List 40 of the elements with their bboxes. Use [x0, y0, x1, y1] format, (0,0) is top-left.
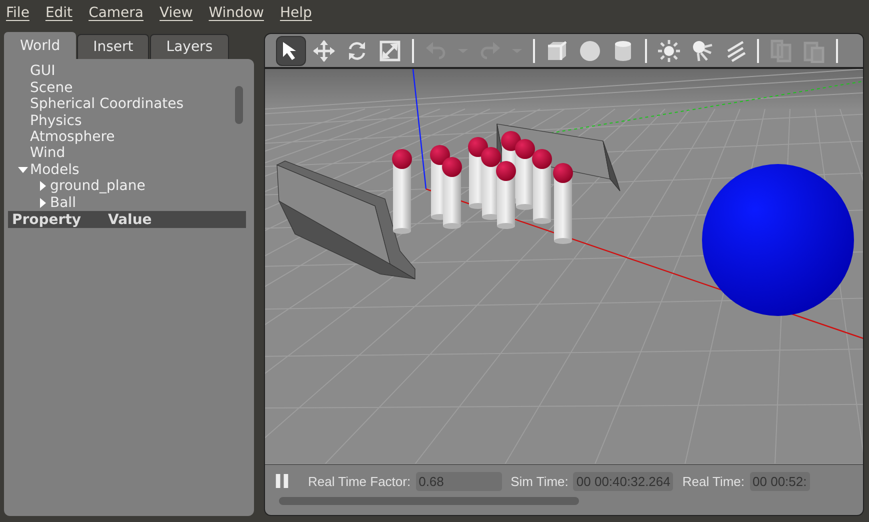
tab[interactable]: Insert — [77, 34, 150, 59]
tree-item[interactable]: Scene — [30, 80, 73, 96]
menu-item[interactable]: View — [156, 5, 197, 21]
horizontal-scrollbar-thumb[interactable] — [279, 497, 579, 505]
arrow-pointer-tool-button[interactable] — [276, 36, 306, 66]
tree-item[interactable]: Wind — [30, 145, 66, 162]
scale-arrows-icon — [378, 38, 402, 62]
sphere-icon — [578, 38, 602, 62]
tree-item[interactable]: Physics — [30, 112, 82, 129]
status-label: Real Time Factor: — [308, 474, 411, 488]
status-label: Sim Time: — [510, 474, 568, 488]
copy-documents-icon — [769, 38, 793, 62]
tab[interactable]: World — [4, 32, 76, 59]
collapsed-triangle-icon[interactable] — [38, 181, 48, 192]
expanded-triangle-icon[interactable] — [18, 164, 28, 175]
menu-item[interactable]: File — [2, 5, 34, 21]
status-value-field: 0.68 — [416, 472, 502, 490]
menu-item[interactable]: Camera — [84, 5, 148, 21]
status-value-field: 00 00:52: — [750, 472, 810, 490]
scrollbar-thumb[interactable] — [235, 86, 243, 124]
move-arrows-icon — [312, 38, 336, 62]
menu-item[interactable]: Window — [204, 5, 268, 21]
column-header: Property — [12, 212, 82, 228]
collapsed-triangle-icon[interactable] — [38, 198, 48, 208]
tree-item[interactable]: Models — [30, 162, 80, 178]
tree-item[interactable]: GUI — [30, 63, 56, 80]
spotlight-icon — [690, 38, 714, 62]
status-label: Real Time: — [682, 474, 745, 488]
column-header: Value — [108, 212, 153, 228]
menu-item[interactable]: Edit — [41, 5, 77, 21]
tree-item[interactable]: Atmosphere — [30, 128, 115, 145]
menu-item[interactable]: Help — [276, 5, 316, 21]
tree-item[interactable]: ground_plane — [50, 178, 146, 194]
status-value-field: 00 00:40:32.264 — [573, 472, 674, 490]
pause-icon[interactable] — [275, 472, 289, 490]
tab[interactable]: Layers — [150, 34, 229, 59]
tree-item[interactable]: Ball — [50, 194, 76, 211]
box-icon — [545, 38, 569, 62]
tree-item[interactable]: Spherical Coordinates — [30, 96, 184, 112]
sun-icon — [657, 38, 681, 62]
